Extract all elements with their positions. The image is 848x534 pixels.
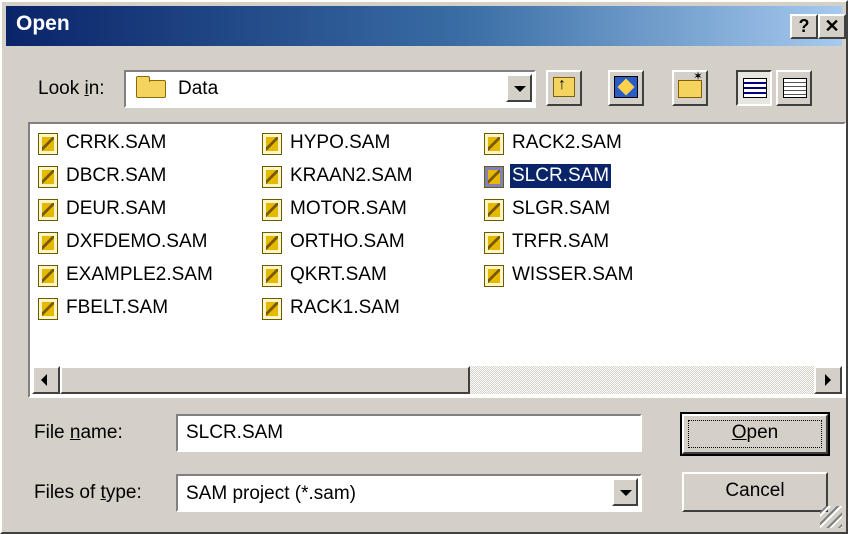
- file-item-label: EXAMPLE2.SAM: [66, 264, 213, 285]
- file-item-label: WISSER.SAM: [512, 264, 634, 285]
- sam-file-icon: [484, 166, 504, 188]
- file-item-label: ORTHO.SAM: [290, 231, 405, 252]
- help-icon: ?: [798, 16, 810, 36]
- sam-file-icon: [484, 265, 504, 287]
- desktop-icon: [614, 76, 638, 98]
- details-view-icon: [783, 78, 807, 98]
- open-dialog: Open ? ✕ Look in: Data CRRK.SAM DBCR.SAM D…: [0, 0, 848, 534]
- sam-file-icon: [38, 133, 58, 155]
- file-item-label: SLCR.SAM: [508, 163, 613, 189]
- file-item-label: QKRT.SAM: [290, 264, 387, 285]
- look-in-label: Look in:: [38, 78, 105, 99]
- close-icon: ✕: [824, 16, 840, 36]
- sam-file-icon: [262, 265, 282, 287]
- file-item-label: DXFDEMO.SAM: [66, 231, 208, 252]
- scroll-left-button[interactable]: [32, 366, 60, 394]
- sam-file-icon: [484, 133, 504, 155]
- sam-file-icon: [262, 166, 282, 188]
- look-in-combo[interactable]: Data: [124, 70, 536, 108]
- close-button[interactable]: ✕: [818, 14, 846, 39]
- desktop-button[interactable]: [608, 70, 644, 106]
- cancel-button[interactable]: Cancel: [682, 472, 828, 512]
- up-one-level-icon: [553, 76, 575, 97]
- sam-file-icon: [38, 265, 58, 287]
- sam-file-icon: [38, 232, 58, 254]
- new-folder-icon: [678, 69, 703, 98]
- file-item-label: CRRK.SAM: [66, 132, 167, 153]
- look-in-value: Data: [178, 78, 219, 99]
- up-one-level-button[interactable]: [546, 70, 582, 106]
- sam-file-icon: [262, 298, 282, 320]
- file-item-label: RACK2.SAM: [512, 132, 622, 153]
- file-item-label: RACK1.SAM: [290, 297, 400, 318]
- sam-file-icon: [484, 232, 504, 254]
- sam-file-icon: [262, 199, 282, 221]
- folder-icon: [136, 76, 166, 98]
- file-item-label: DEUR.SAM: [66, 198, 167, 219]
- sam-file-icon: [262, 232, 282, 254]
- horizontal-scrollbar[interactable]: [32, 366, 842, 394]
- file-name-label: File name:: [34, 422, 123, 443]
- file-item-label: TRFR.SAM: [512, 231, 610, 252]
- window-title: Open: [16, 12, 70, 35]
- file-item-label: FBELT.SAM: [66, 297, 169, 318]
- scroll-right-button[interactable]: [814, 366, 842, 394]
- title-bar[interactable]: Open ? ✕: [6, 6, 846, 46]
- help-button[interactable]: ?: [790, 14, 818, 39]
- file-item-label: SLGR.SAM: [512, 198, 611, 219]
- file-name-input[interactable]: SLCR.SAM: [176, 414, 642, 452]
- new-folder-button[interactable]: [672, 69, 708, 106]
- sam-file-icon: [262, 133, 282, 155]
- scroll-thumb[interactable]: [60, 366, 470, 394]
- file-item-label: MOTOR.SAM: [290, 198, 407, 219]
- list-view-button[interactable]: [736, 70, 772, 106]
- list-view-icon: [743, 78, 767, 98]
- file-item-label: KRAAN2.SAM: [290, 165, 413, 186]
- file-type-dropdown-button[interactable]: [612, 478, 638, 506]
- file-type-label: Files of type:: [34, 482, 142, 503]
- sam-file-icon: [38, 298, 58, 320]
- file-type-value: SAM project (*.sam): [186, 483, 356, 504]
- file-list[interactable]: CRRK.SAM DBCR.SAM DEUR.SAM DXFDEMO.SAM EXAMP…: [28, 122, 846, 398]
- sam-file-icon: [38, 199, 58, 221]
- open-button[interactable]: Open: [680, 412, 830, 456]
- file-item-label: DBCR.SAM: [66, 165, 167, 186]
- file-item-label: HYPO.SAM: [290, 132, 391, 153]
- look-in-dropdown-button[interactable]: [506, 74, 532, 102]
- details-view-button[interactable]: [776, 70, 812, 106]
- sam-file-icon: [484, 199, 504, 221]
- file-type-combo[interactable]: SAM project (*.sam): [176, 474, 642, 512]
- resize-grip[interactable]: [820, 506, 842, 528]
- sam-file-icon: [38, 166, 58, 188]
